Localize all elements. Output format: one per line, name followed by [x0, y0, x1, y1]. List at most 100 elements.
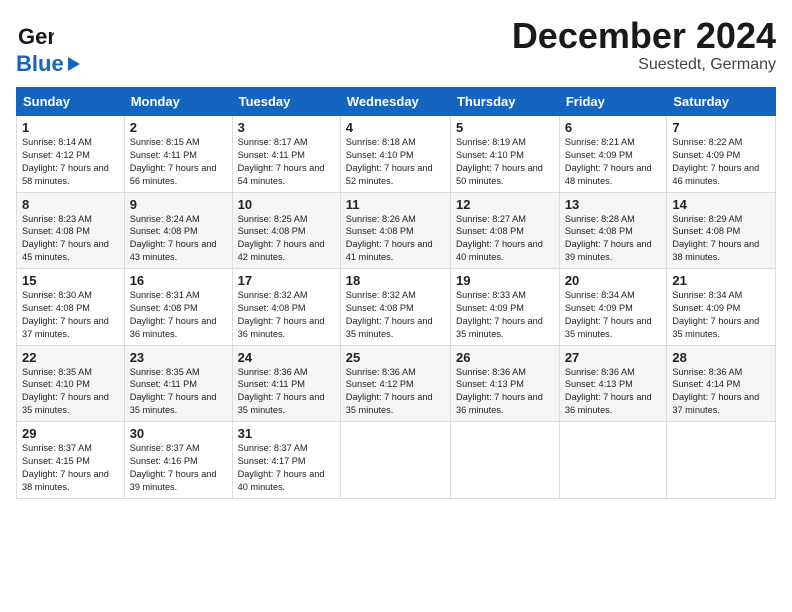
table-row: 22Sunrise: 8:35 AMSunset: 4:10 PMDayligh…: [17, 345, 125, 422]
day-info: Sunrise: 8:29 AMSunset: 4:08 PMDaylight:…: [672, 213, 770, 265]
calendar-week-row: 8Sunrise: 8:23 AMSunset: 4:08 PMDaylight…: [17, 192, 776, 269]
calendar-subtitle: Suestedt, Germany: [512, 56, 776, 74]
table-row: 5Sunrise: 8:19 AMSunset: 4:10 PMDaylight…: [450, 116, 559, 193]
day-info: Sunrise: 8:14 AMSunset: 4:12 PMDaylight:…: [22, 136, 119, 188]
day-number: 10: [238, 197, 335, 212]
day-number: 12: [456, 197, 554, 212]
day-number: 8: [22, 197, 119, 212]
table-row: [340, 422, 450, 499]
col-monday: Monday: [124, 88, 232, 116]
day-number: 15: [22, 273, 119, 288]
day-number: 18: [346, 273, 445, 288]
day-info: Sunrise: 8:17 AMSunset: 4:11 PMDaylight:…: [238, 136, 335, 188]
calendar-week-row: 1Sunrise: 8:14 AMSunset: 4:12 PMDaylight…: [17, 116, 776, 193]
table-row: 24Sunrise: 8:36 AMSunset: 4:11 PMDayligh…: [232, 345, 340, 422]
table-row: 21Sunrise: 8:34 AMSunset: 4:09 PMDayligh…: [667, 269, 776, 346]
calendar-week-row: 29Sunrise: 8:37 AMSunset: 4:15 PMDayligh…: [17, 422, 776, 499]
table-row: 18Sunrise: 8:32 AMSunset: 4:08 PMDayligh…: [340, 269, 450, 346]
day-info: Sunrise: 8:33 AMSunset: 4:09 PMDaylight:…: [456, 289, 554, 341]
table-row: 2Sunrise: 8:15 AMSunset: 4:11 PMDaylight…: [124, 116, 232, 193]
calendar-week-row: 15Sunrise: 8:30 AMSunset: 4:08 PMDayligh…: [17, 269, 776, 346]
table-row: 1Sunrise: 8:14 AMSunset: 4:12 PMDaylight…: [17, 116, 125, 193]
day-info: Sunrise: 8:28 AMSunset: 4:08 PMDaylight:…: [565, 213, 662, 265]
table-row: 29Sunrise: 8:37 AMSunset: 4:15 PMDayligh…: [17, 422, 125, 499]
table-row: 13Sunrise: 8:28 AMSunset: 4:08 PMDayligh…: [559, 192, 667, 269]
day-number: 16: [130, 273, 227, 288]
logo: General Blue: [16, 16, 80, 77]
table-row: 11Sunrise: 8:26 AMSunset: 4:08 PMDayligh…: [340, 192, 450, 269]
col-tuesday: Tuesday: [232, 88, 340, 116]
day-info: Sunrise: 8:26 AMSunset: 4:08 PMDaylight:…: [346, 213, 445, 265]
day-number: 19: [456, 273, 554, 288]
table-row: 4Sunrise: 8:18 AMSunset: 4:10 PMDaylight…: [340, 116, 450, 193]
day-info: Sunrise: 8:37 AMSunset: 4:17 PMDaylight:…: [238, 442, 335, 494]
table-row: 16Sunrise: 8:31 AMSunset: 4:08 PMDayligh…: [124, 269, 232, 346]
table-row: 6Sunrise: 8:21 AMSunset: 4:09 PMDaylight…: [559, 116, 667, 193]
day-number: 21: [672, 273, 770, 288]
day-info: Sunrise: 8:23 AMSunset: 4:08 PMDaylight:…: [22, 213, 119, 265]
day-number: 24: [238, 350, 335, 365]
day-number: 20: [565, 273, 662, 288]
table-row: 23Sunrise: 8:35 AMSunset: 4:11 PMDayligh…: [124, 345, 232, 422]
page-container: General Blue December 2024 Suestedt, Ger…: [0, 0, 792, 507]
calendar-table: Sunday Monday Tuesday Wednesday Thursday…: [16, 87, 776, 499]
day-info: Sunrise: 8:25 AMSunset: 4:08 PMDaylight:…: [238, 213, 335, 265]
day-info: Sunrise: 8:18 AMSunset: 4:10 PMDaylight:…: [346, 136, 445, 188]
day-number: 31: [238, 426, 335, 441]
col-wednesday: Wednesday: [340, 88, 450, 116]
day-number: 7: [672, 120, 770, 135]
table-row: [559, 422, 667, 499]
day-number: 30: [130, 426, 227, 441]
day-number: 17: [238, 273, 335, 288]
day-number: 14: [672, 197, 770, 212]
title-block: December 2024 Suestedt, Germany: [512, 16, 776, 74]
logo-text-blue: Blue: [16, 51, 64, 77]
table-row: 31Sunrise: 8:37 AMSunset: 4:17 PMDayligh…: [232, 422, 340, 499]
day-number: 3: [238, 120, 335, 135]
calendar-header-row: Sunday Monday Tuesday Wednesday Thursday…: [17, 88, 776, 116]
table-row: 19Sunrise: 8:33 AMSunset: 4:09 PMDayligh…: [450, 269, 559, 346]
day-info: Sunrise: 8:24 AMSunset: 4:08 PMDaylight:…: [130, 213, 227, 265]
day-info: Sunrise: 8:21 AMSunset: 4:09 PMDaylight:…: [565, 136, 662, 188]
day-info: Sunrise: 8:37 AMSunset: 4:15 PMDaylight:…: [22, 442, 119, 494]
col-sunday: Sunday: [17, 88, 125, 116]
day-info: Sunrise: 8:22 AMSunset: 4:09 PMDaylight:…: [672, 136, 770, 188]
table-row: 14Sunrise: 8:29 AMSunset: 4:08 PMDayligh…: [667, 192, 776, 269]
table-row: 26Sunrise: 8:36 AMSunset: 4:13 PMDayligh…: [450, 345, 559, 422]
day-number: 6: [565, 120, 662, 135]
table-row: 28Sunrise: 8:36 AMSunset: 4:14 PMDayligh…: [667, 345, 776, 422]
day-info: Sunrise: 8:35 AMSunset: 4:11 PMDaylight:…: [130, 366, 227, 418]
svg-text:General: General: [18, 24, 54, 49]
day-number: 9: [130, 197, 227, 212]
day-info: Sunrise: 8:34 AMSunset: 4:09 PMDaylight:…: [672, 289, 770, 341]
table-row: 3Sunrise: 8:17 AMSunset: 4:11 PMDaylight…: [232, 116, 340, 193]
day-info: Sunrise: 8:36 AMSunset: 4:14 PMDaylight:…: [672, 366, 770, 418]
table-row: 25Sunrise: 8:36 AMSunset: 4:12 PMDayligh…: [340, 345, 450, 422]
day-number: 11: [346, 197, 445, 212]
day-number: 5: [456, 120, 554, 135]
table-row: 15Sunrise: 8:30 AMSunset: 4:08 PMDayligh…: [17, 269, 125, 346]
table-row: [667, 422, 776, 499]
logo-arrow: [68, 57, 80, 71]
day-number: 29: [22, 426, 119, 441]
calendar-title: December 2024: [512, 16, 776, 56]
day-number: 22: [22, 350, 119, 365]
table-row: 10Sunrise: 8:25 AMSunset: 4:08 PMDayligh…: [232, 192, 340, 269]
day-number: 23: [130, 350, 227, 365]
table-row: 27Sunrise: 8:36 AMSunset: 4:13 PMDayligh…: [559, 345, 667, 422]
day-number: 27: [565, 350, 662, 365]
table-row: 12Sunrise: 8:27 AMSunset: 4:08 PMDayligh…: [450, 192, 559, 269]
day-number: 2: [130, 120, 227, 135]
col-saturday: Saturday: [667, 88, 776, 116]
day-info: Sunrise: 8:35 AMSunset: 4:10 PMDaylight:…: [22, 366, 119, 418]
day-info: Sunrise: 8:15 AMSunset: 4:11 PMDaylight:…: [130, 136, 227, 188]
table-row: 8Sunrise: 8:23 AMSunset: 4:08 PMDaylight…: [17, 192, 125, 269]
day-info: Sunrise: 8:19 AMSunset: 4:10 PMDaylight:…: [456, 136, 554, 188]
day-number: 13: [565, 197, 662, 212]
page-header: General Blue December 2024 Suestedt, Ger…: [16, 16, 776, 77]
day-number: 4: [346, 120, 445, 135]
day-number: 26: [456, 350, 554, 365]
day-info: Sunrise: 8:34 AMSunset: 4:09 PMDaylight:…: [565, 289, 662, 341]
day-info: Sunrise: 8:32 AMSunset: 4:08 PMDaylight:…: [346, 289, 445, 341]
day-number: 1: [22, 120, 119, 135]
